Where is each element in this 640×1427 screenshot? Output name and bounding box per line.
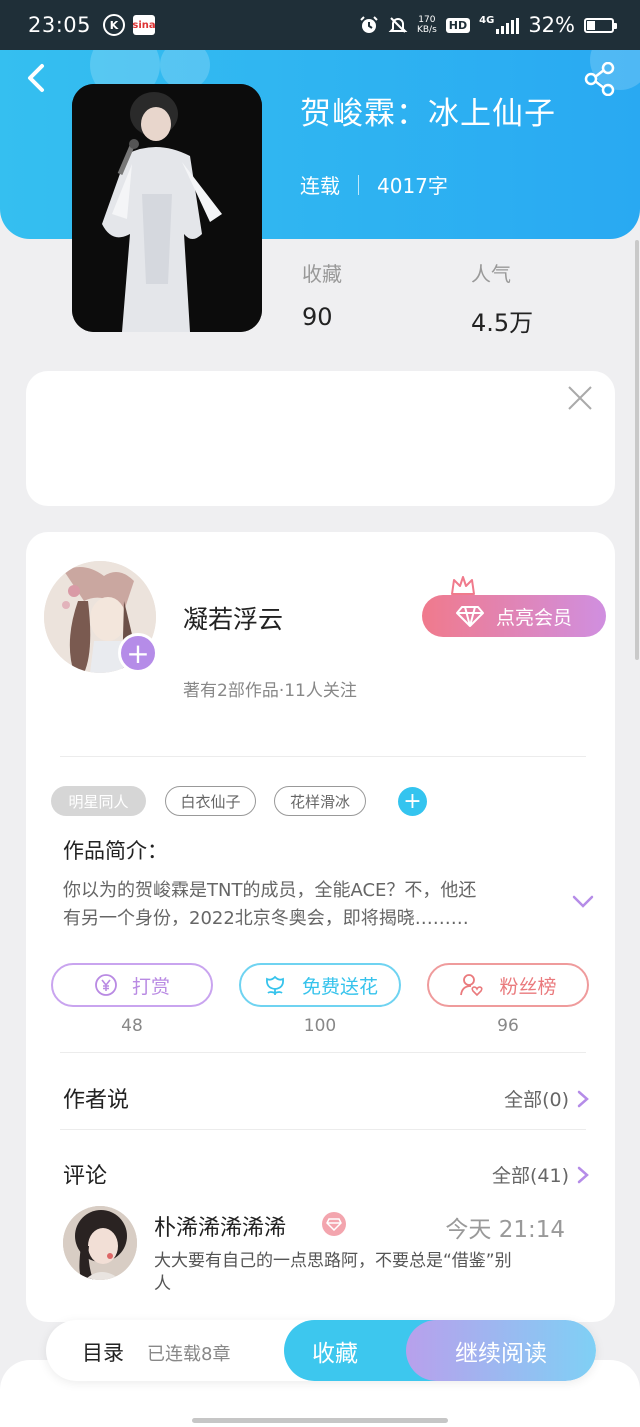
net-speed-unit: KB/s: [416, 25, 437, 35]
diamond-icon: [455, 606, 484, 627]
vip-button-label: 点亮会员: [495, 606, 572, 629]
battery-percent: 32%: [528, 13, 575, 37]
favorites-stat: 收藏 90: [302, 258, 342, 331]
tip-count: 48: [121, 1016, 143, 1036]
status-time: 23:05: [28, 13, 92, 37]
intro-title: 作品简介：: [63, 839, 168, 863]
battery-icon: [584, 17, 617, 33]
flower-icon: [265, 975, 284, 995]
popularity-stat: 人气 4.5万: [471, 258, 533, 338]
network-type: 4G: [479, 15, 495, 26]
flower-count: 100: [303, 1016, 337, 1036]
comments-all-label: 全部(41): [491, 1165, 569, 1187]
comment-time: 今天 21:14: [445, 1217, 565, 1243]
book-status: 连载: [300, 174, 340, 198]
comments-title: 评论: [63, 1164, 108, 1189]
author-info: 著有2部作品·11人关注: [183, 681, 357, 701]
book-detail-card: + 凝若浮云 著有2部作品·11人关注 点亮会员 明星同人 白衣仙子 花样滑冰 …: [26, 532, 615, 1322]
ad-card: [26, 371, 615, 506]
book-meta: 连载 4017字: [300, 170, 448, 199]
comments-all-link[interactable]: 全部(41): [492, 1161, 589, 1188]
toc-button[interactable]: 目录: [82, 1337, 124, 1367]
book-word-count: 4017字: [377, 174, 448, 198]
popularity-label: 人气: [471, 262, 511, 286]
back-icon[interactable]: [22, 60, 52, 96]
status-bar: 23:05 K sina 170 KB/s HD 4G 32%: [0, 0, 640, 50]
yuan-coin-icon: [95, 974, 117, 996]
continue-reading-label: 继续阅读: [455, 1340, 547, 1367]
vip-diamond-badge-icon: [322, 1212, 346, 1236]
continue-reading-button[interactable]: 继续阅读: [406, 1320, 596, 1381]
book-cover[interactable]: [72, 84, 262, 332]
tip-button-label: 打赏: [131, 975, 170, 998]
home-indicator[interactable]: [192, 1418, 448, 1423]
share-icon[interactable]: [584, 62, 616, 96]
sina-icon: sina: [132, 15, 156, 35]
author-says-all-link[interactable]: 全部(0): [504, 1085, 589, 1112]
tip-button[interactable]: 打赏: [51, 963, 213, 1007]
divider: [60, 1129, 586, 1130]
alarm-icon: [360, 16, 378, 33]
send-flower-label: 免费送花: [301, 975, 378, 998]
favorites-label: 收藏: [302, 262, 342, 286]
hd-badge: HD: [445, 17, 471, 33]
divider: [60, 1052, 586, 1053]
tag-star-fanfic[interactable]: 明星同人: [51, 786, 146, 816]
net-speed-value: 170: [418, 15, 436, 25]
favorites-value: 90: [302, 303, 333, 331]
fan-ranking-button[interactable]: 粉丝榜: [427, 963, 589, 1007]
user-heart-icon: [460, 974, 484, 997]
chevron-right-icon: [577, 1166, 589, 1183]
bottom-action-bar: 目录 已连载8章 收藏 继续阅读: [46, 1320, 596, 1381]
favorite-button-label: 收藏: [312, 1340, 358, 1367]
intro-line-1: 你以为的贺峻霖是TNT的成员，全能ACE？不，他还: [63, 880, 477, 901]
chevron-right-icon: [577, 1090, 589, 1107]
divider: [60, 756, 586, 757]
toc-chapters-info: 已连载8章: [147, 1344, 231, 1365]
close-icon[interactable]: [567, 385, 593, 411]
tag-white-fairy[interactable]: 白衣仙子: [165, 786, 256, 816]
fan-count: 96: [497, 1016, 519, 1036]
author-says-all-label: 全部(0): [504, 1089, 569, 1111]
scrollbar[interactable]: [635, 240, 639, 660]
tag-figure-skating[interactable]: 花样滑冰: [274, 786, 366, 816]
book-title: 贺峻霖：冰上仙子: [300, 96, 556, 132]
signal-icon: 4G: [479, 15, 520, 34]
k-app-icon: K: [103, 14, 126, 36]
mute-bell-icon: [388, 17, 408, 33]
fan-ranking-label: 粉丝榜: [499, 975, 557, 998]
chevron-down-icon[interactable]: [571, 892, 595, 912]
cover-image: [72, 84, 262, 332]
author-name[interactable]: 凝若浮云: [183, 600, 283, 636]
comment-line-2: 人: [154, 1274, 171, 1294]
popularity-value: 4.5万: [471, 309, 534, 337]
add-tag-plus-icon[interactable]: +: [398, 787, 427, 816]
author-avatar-wrap[interactable]: +: [44, 561, 158, 673]
intro-line-2: 有另一个身份，2022北京冬奥会，即将揭晓………: [63, 908, 469, 929]
author-says-title: 作者说: [63, 1088, 130, 1113]
send-flower-button[interactable]: 免费送花: [239, 963, 401, 1007]
net-speed: 170 KB/s: [417, 15, 437, 35]
follow-author-plus-icon[interactable]: +: [118, 633, 158, 673]
comment-text[interactable]: 大大要有自己的一点思路阿，不要总是“借鉴”别 人: [154, 1250, 564, 1296]
vip-button[interactable]: 点亮会员: [422, 595, 606, 637]
commenter-name[interactable]: 朴浠浠浠浠浠: [154, 1210, 286, 1242]
comment-line-1: 大大要有自己的一点思路阿，不要总是“借鉴”别: [154, 1251, 512, 1271]
commenter-avatar[interactable]: [63, 1206, 137, 1280]
crown-icon: [451, 576, 475, 595]
intro-text[interactable]: 你以为的贺峻霖是TNT的成员，全能ACE？不，他还 有另一个身份，2022北京冬…: [63, 877, 563, 933]
